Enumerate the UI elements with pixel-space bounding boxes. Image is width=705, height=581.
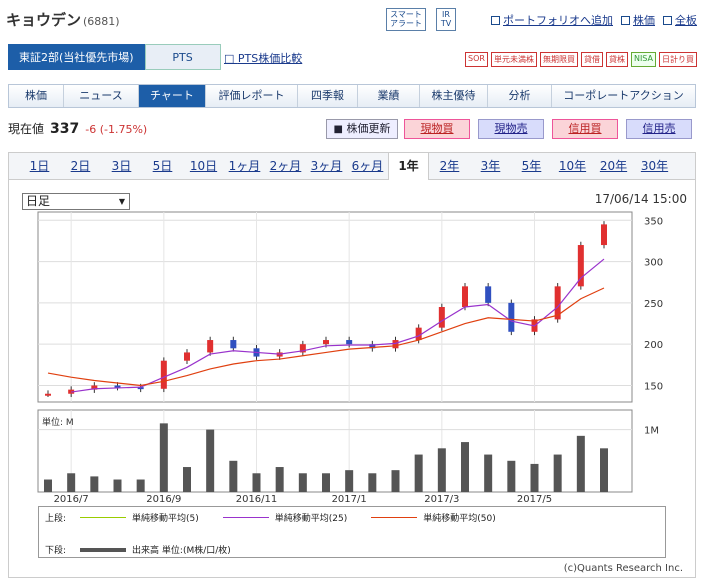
- portfolio-icon: [491, 15, 500, 25]
- period-tab[interactable]: 1年: [388, 153, 429, 180]
- period-tab[interactable]: 2日: [60, 153, 101, 180]
- badge-odd-lot: 単元未満株: [490, 52, 537, 67]
- period-tabs: 1日 2日 3日 5日 10日 1ヶ月 2ヶ月 3ヶ月 6ヶ月 1年 2年 3年 5年 10年 20年 30年: [8, 152, 696, 180]
- legend-lower-label: 下段:: [45, 546, 67, 556]
- nav-chart[interactable]: チャート: [139, 85, 206, 107]
- nav-report[interactable]: 評価レポート: [206, 85, 298, 107]
- badge-taishaku: 貸借: [580, 52, 603, 67]
- refresh-icon: ■: [333, 124, 343, 135]
- copyright: (c)Quants Research Inc.: [563, 563, 683, 574]
- period-tab[interactable]: 3ヶ月: [306, 153, 347, 180]
- legend: 上段: 単純移動平均(5) 単純移動平均(25) 単純移動平均(50) 下段: …: [38, 506, 666, 558]
- pts-compare-link[interactable]: □ PTS株価比較: [224, 50, 302, 66]
- period-tab[interactable]: 10年: [552, 153, 593, 180]
- nav-price[interactable]: 株価: [9, 85, 64, 107]
- period-tab[interactable]: 3年: [470, 153, 511, 180]
- period-tab[interactable]: 2ヶ月: [265, 153, 306, 180]
- legend-ma50-label: 単純移動平均(50): [423, 514, 496, 524]
- smart-alert-button[interactable]: スマート アラート: [386, 8, 426, 31]
- legend-ma5-label: 単純移動平均(5): [132, 514, 199, 524]
- period-tab[interactable]: 2年: [429, 153, 470, 180]
- interval-select[interactable]: 日足 ▼: [22, 193, 130, 210]
- period-tab[interactable]: 5日: [142, 153, 183, 180]
- legend-ma25-line: [222, 517, 269, 518]
- nav-corporate-action[interactable]: コーポレートアクション: [552, 85, 695, 107]
- legend-volume-line: [80, 547, 127, 552]
- board-icon: [663, 15, 672, 25]
- period-tab[interactable]: 30年: [634, 153, 675, 180]
- nav-results[interactable]: 業績: [358, 85, 420, 107]
- main-nav: 株価 ニュース チャート 評価レポート 四季報 業績 株主優待 分析 コーポレー…: [8, 84, 696, 108]
- portfolio-link[interactable]: ポートフォリオへ追加: [491, 12, 613, 28]
- tab-pts[interactable]: PTS: [144, 44, 221, 70]
- badge-nisa: NISA: [630, 52, 656, 67]
- price-row: 現在値 337 -6 (-1.75%): [8, 120, 147, 137]
- cash-buy-button[interactable]: 現物買: [404, 119, 470, 139]
- board-link[interactable]: 全板: [663, 12, 697, 28]
- badge-list: SOR 単元未満株 無期限買 貸借 貸株 NISA 日計り買: [465, 52, 697, 67]
- nav-shikiho[interactable]: 四季報: [298, 85, 358, 107]
- cash-sell-button[interactable]: 現物売: [478, 119, 544, 139]
- legend-ma25-label: 単純移動平均(25): [274, 514, 348, 524]
- legend-volume-label: 出来高 単位:(M株/口/枚): [132, 546, 231, 556]
- price-icon: [621, 15, 630, 25]
- stock-title: キョウデン (6881): [6, 9, 120, 30]
- period-tab[interactable]: 1ヶ月: [224, 153, 265, 180]
- period-tab[interactable]: 20年: [593, 153, 634, 180]
- period-tab[interactable]: 10日: [183, 153, 224, 180]
- chart-timestamp: 17/06/14 15:00: [594, 192, 687, 206]
- price-change: -6 (-1.75%): [85, 123, 148, 136]
- margin-sell-button[interactable]: 信用売: [626, 119, 692, 139]
- legend-ma5-line: [80, 517, 127, 518]
- margin-buy-button[interactable]: 信用買: [552, 119, 618, 139]
- legend-ma50-line: [371, 517, 418, 518]
- nav-analysis[interactable]: 分析: [488, 85, 552, 107]
- top-links: ポートフォリオへ追加 株価 全板: [491, 12, 697, 28]
- legend-upper-label: 上段:: [45, 514, 67, 524]
- ir-tv-button[interactable]: IR TV: [436, 8, 456, 31]
- market-tabs: 東証2部(当社優先市場) PTS: [8, 44, 221, 70]
- stock-name: キョウデン: [6, 11, 82, 29]
- stock-code: (6881): [83, 15, 120, 28]
- period-tab[interactable]: 5年: [511, 153, 552, 180]
- price-value: 337: [50, 121, 80, 137]
- tab-tse2[interactable]: 東証2部(当社優先市場): [8, 44, 145, 70]
- nav-news[interactable]: ニュース: [64, 85, 139, 107]
- period-tab[interactable]: 1日: [19, 153, 60, 180]
- period-tab[interactable]: 3日: [101, 153, 142, 180]
- dropdown-arrow-icon: ▼: [118, 197, 125, 206]
- price-link[interactable]: 株価: [621, 12, 655, 28]
- period-tab[interactable]: 6ヶ月: [347, 153, 388, 180]
- price-label: 現在値: [8, 122, 45, 136]
- badge-sor: SOR: [465, 52, 488, 67]
- badge-unlimited: 無期限買: [539, 52, 578, 67]
- badge-daytrade: 日計り買: [659, 52, 697, 67]
- badge-kashikabu: 貸株: [605, 52, 628, 67]
- nav-yutai[interactable]: 株主優待: [420, 85, 488, 107]
- update-price-button[interactable]: ■ 株価更新: [326, 119, 398, 139]
